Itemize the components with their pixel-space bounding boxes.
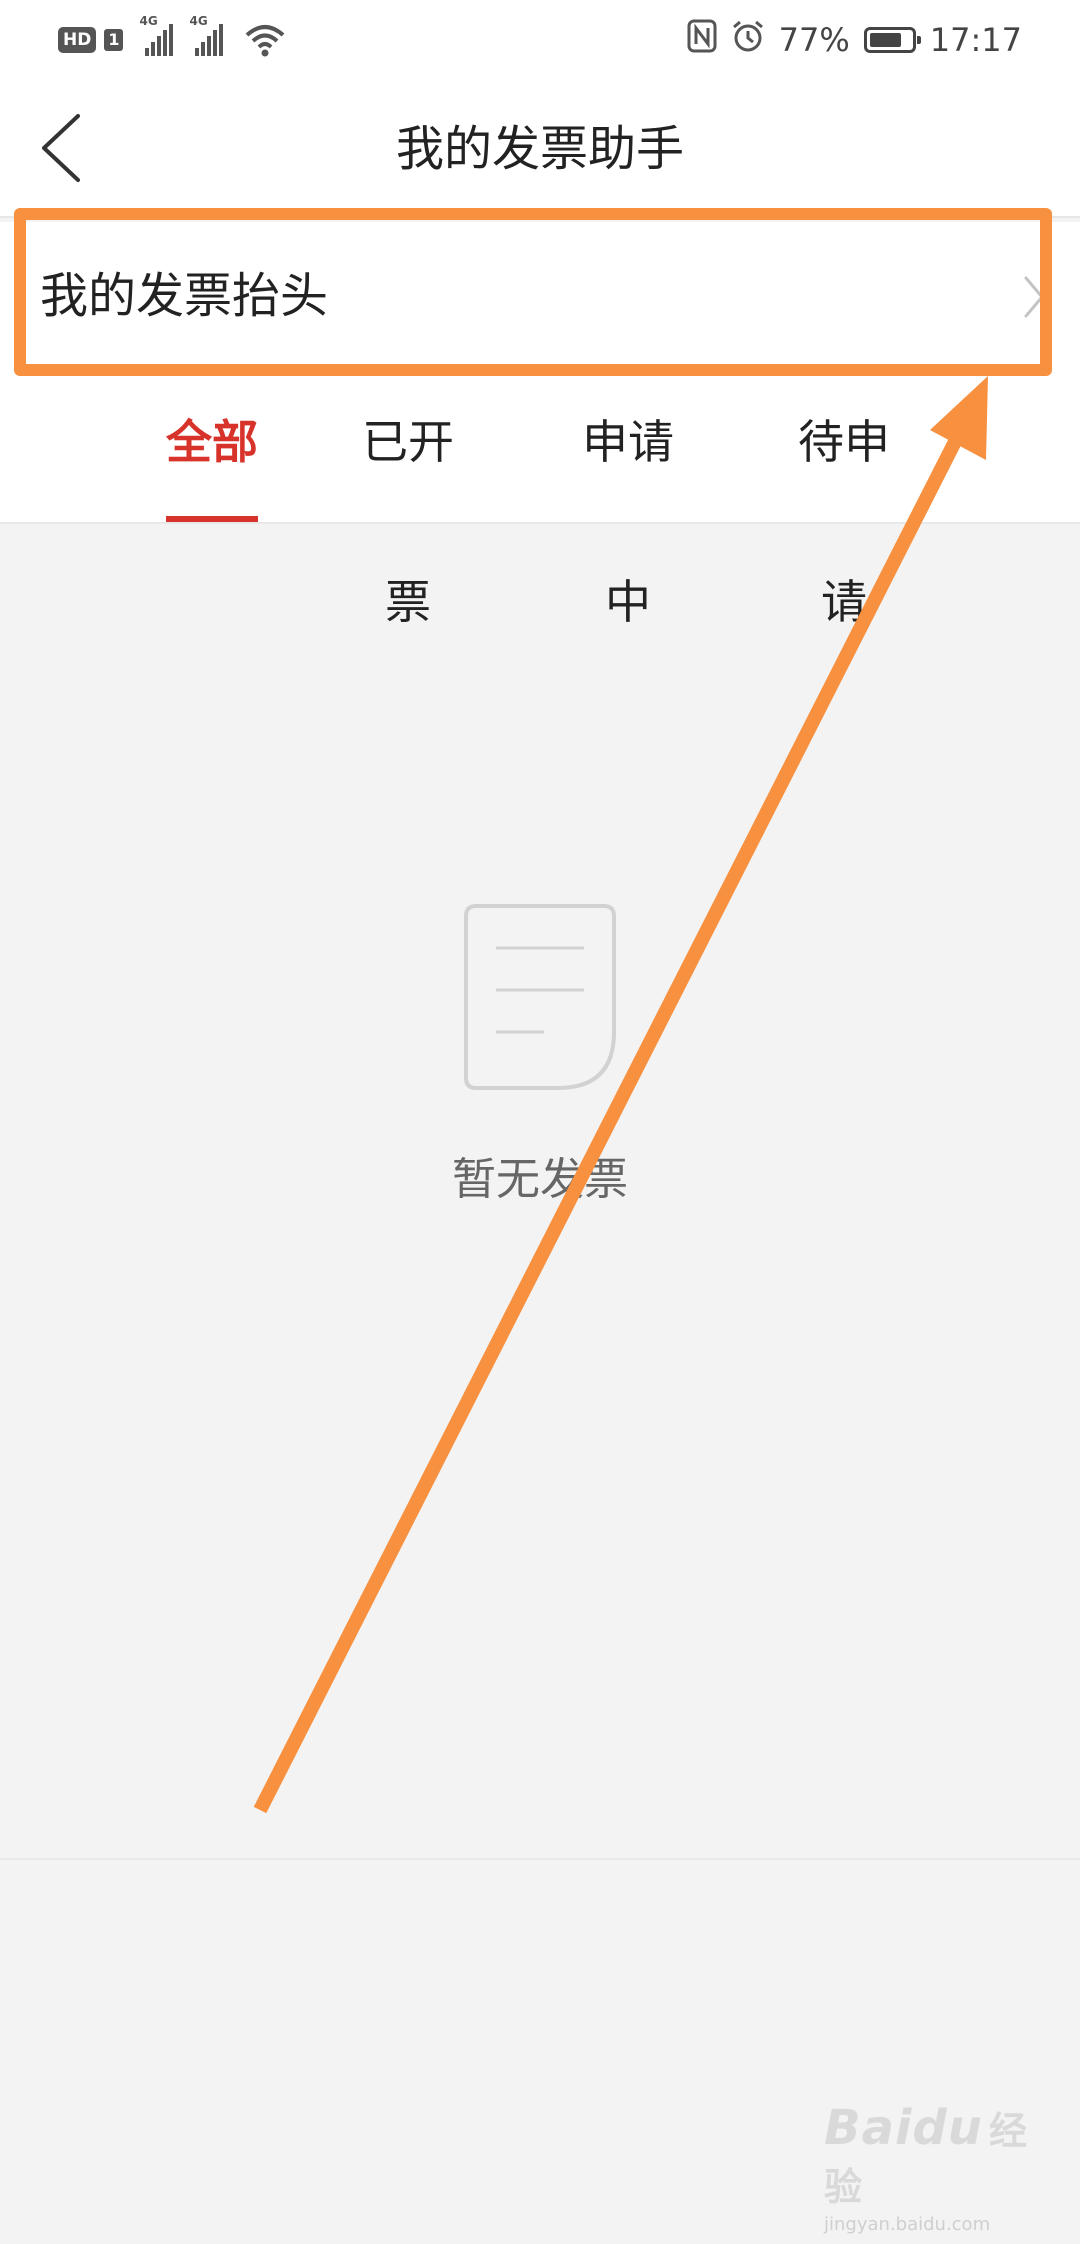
tab-label: 申请中 — [582, 415, 674, 629]
watermark-logo: Baidu 经验 — [824, 2100, 1044, 2212]
watermark-url: jingyan.baidu.com — [824, 2214, 991, 2235]
status-bar: HD 1 4G 4G 77% 17:17 — [0, 0, 1080, 80]
tab-pending[interactable]: 待申请 — [776, 362, 912, 629]
document-icon — [464, 904, 616, 1090]
page-title: 我的发票助手 — [395, 121, 684, 177]
status-right: 77% 17:17 — [687, 18, 1022, 62]
alarm-icon — [731, 19, 765, 61]
watermark-logo-text: Baidu — [824, 2100, 983, 2156]
tab-applying[interactable]: 申请中 — [560, 362, 696, 629]
tab-label: 已开票 — [362, 415, 454, 629]
invoice-tabs: 全部 已开票 申请中 待申请 — [0, 362, 1080, 629]
baidu-watermark: Baidu 经验 jingyan.baidu.com — [824, 2100, 1044, 2235]
tab-invoiced[interactable]: 已开票 — [340, 362, 476, 629]
clock: 17:17 — [929, 21, 1022, 59]
tab-label: 待申请 — [798, 415, 890, 629]
network-type: 4G — [139, 14, 158, 28]
signal-icon: 4G — [189, 14, 224, 56]
battery-percent: 77% — [778, 21, 850, 59]
app-header: 我的发票助手 — [0, 80, 1080, 218]
divider — [0, 1858, 1080, 1860]
signal-icon: 4G — [139, 14, 174, 56]
hd-badge: HD — [58, 27, 97, 53]
annotation-highlight-box — [14, 208, 1052, 376]
tab-all[interactable]: 全部 — [166, 362, 258, 522]
wifi-icon — [245, 23, 285, 57]
active-tab-indicator — [166, 516, 258, 522]
network-type: 4G — [189, 14, 208, 28]
sim-badge: 1 — [104, 29, 124, 51]
tab-label: 全部 — [166, 415, 258, 469]
battery-fill — [869, 33, 901, 47]
empty-state-text: 暂无发票 — [452, 1154, 628, 1205]
nfc-icon — [687, 19, 717, 61]
status-left: HD 1 4G 4G — [58, 14, 285, 60]
battery-icon — [863, 27, 921, 53]
